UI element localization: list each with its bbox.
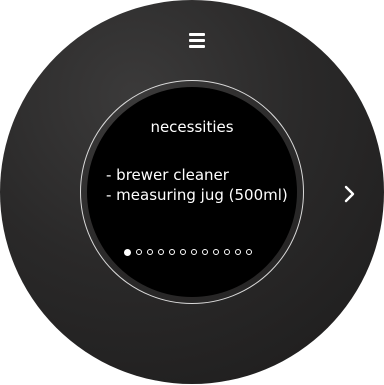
page-dot[interactable] xyxy=(147,249,153,255)
menu-icon-bar xyxy=(189,39,205,42)
menu-icon-bar xyxy=(189,33,205,36)
page-dot[interactable] xyxy=(158,249,164,255)
device-dial: necessities - brewer cleaner - measuring… xyxy=(0,0,384,384)
page-dot-active[interactable] xyxy=(124,249,131,256)
page-indicator xyxy=(124,249,269,257)
page-dot[interactable] xyxy=(202,249,208,255)
menu-icon[interactable] xyxy=(186,30,208,50)
page-dot[interactable] xyxy=(246,249,252,255)
page-dot[interactable] xyxy=(169,249,175,255)
round-display: necessities - brewer cleaner - measuring… xyxy=(87,87,297,297)
page-dot[interactable] xyxy=(224,249,230,255)
page-dot[interactable] xyxy=(136,249,142,255)
necessities-list: - brewer cleaner - measuring jug (500ml) xyxy=(106,165,296,205)
menu-icon-bar xyxy=(189,45,205,48)
page-dot[interactable] xyxy=(235,249,241,255)
chevron-right-icon[interactable] xyxy=(340,184,360,204)
list-item: - measuring jug (500ml) xyxy=(106,186,288,204)
page-dot[interactable] xyxy=(191,249,197,255)
page-dot[interactable] xyxy=(213,249,219,255)
list-item: - brewer cleaner xyxy=(106,166,229,184)
screen-title: necessities xyxy=(150,118,234,136)
page-dot[interactable] xyxy=(180,249,186,255)
